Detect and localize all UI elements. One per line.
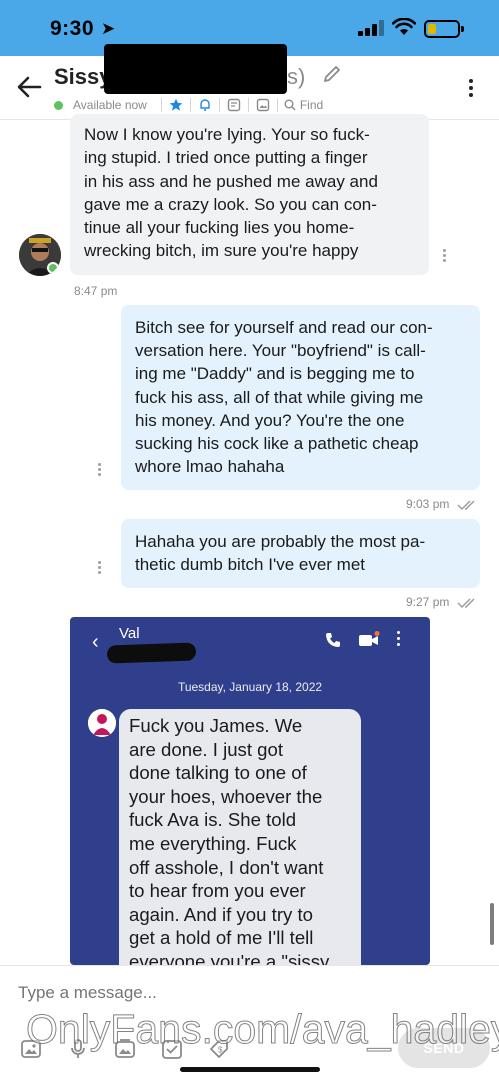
message-options-icon[interactable] [439,247,449,263]
battery-icon [424,20,464,38]
message-line: done talking to one of [129,762,307,784]
bell-icon[interactable] [197,97,213,113]
embedded-contact-name: Val [119,625,140,642]
message-line: his money. And you? You're the one [135,410,405,430]
note-icon[interactable] [226,97,242,113]
star-icon[interactable] [168,97,184,113]
message-line: sucking his cock like a pathetic cheap [135,434,419,454]
message-line: in his ass and he pushed me away and [84,171,378,191]
video-camera-icon [359,631,380,646]
message-line: ing me "Daddy" and is begging me to [135,364,415,384]
microphone-icon[interactable] [67,1038,89,1060]
pencil-icon[interactable] [322,64,342,84]
location-arrow-icon: ➤ [101,19,116,38]
status-time: 9:30 [50,17,95,40]
message-line: get a hold of me I'll tell [129,927,314,949]
search-icon [284,99,296,111]
read-receipt-icon [457,500,475,510]
more-menu-icon[interactable] [461,76,481,102]
message-timestamp: 9:27 pm [406,595,450,609]
availability-text: Available now [73,98,147,112]
message-line: fuck Ava is. She told [129,809,297,831]
message-line: everyone you're a "sissy [129,950,330,965]
message-input[interactable] [18,980,458,1006]
home-indicator [180,1067,320,1072]
message-line: tinue all your fucking lies you home- [84,218,355,238]
image-icon[interactable] [255,97,271,113]
message-timestamp-row: 9:03 pm [406,497,479,511]
message-line: me everything. Fuck [129,832,297,854]
back-arrow-icon[interactable] [14,74,44,100]
poll-icon[interactable] [161,1038,183,1060]
find-button[interactable]: Find [284,98,323,112]
message-line: are done. I just got [129,738,284,760]
message-line: Bitch see for yourself and read our con- [135,318,433,337]
price-tag-icon[interactable]: $ [208,1038,230,1060]
message-timestamp: 9:03 pm [406,497,450,511]
avatar-image [88,709,116,737]
message-line: Now I know you're lying. Your so fuck- [84,125,370,144]
contact-name-tail: s) [287,64,306,89]
message-line: to hear from you ever [129,880,306,902]
message-composer: $ SEND [0,965,499,1080]
message-line: again. And if you try to [129,903,313,925]
message-line: versation here. Your "boyfriend" is call… [135,341,426,361]
more-menu-icon [397,631,400,649]
message-timestamp: 8:47 pm [74,284,118,298]
avatar [88,709,116,737]
outgoing-message-bubble[interactable]: Hahaha you are probably the most pa- the… [121,519,480,588]
find-label: Find [299,98,324,112]
message-options-icon[interactable] [94,559,104,575]
contact-name[interactable]: Sissy [54,64,112,90]
embedded-message-bubble: Fuck you James. We are done. I just got … [119,709,361,965]
online-status-dot [47,262,59,274]
chevron-left-icon: ‹ [92,631,99,653]
message-line: your hoes, whoever the [129,785,323,807]
redaction-scribble [106,642,197,664]
message-line: wrecking bitch, im sure you're happy [84,241,359,261]
avatar[interactable] [19,234,61,276]
phone-icon [326,633,340,647]
message-line: whore lmao hahaha [135,457,285,477]
cellular-signal-icon [358,20,384,36]
scrollbar[interactable] [490,903,494,945]
send-button[interactable]: SEND [398,1028,490,1068]
message-options-icon[interactable] [94,461,104,477]
message-timestamp-row: 9:27 pm [406,595,479,609]
media-icon[interactable] [114,1038,136,1060]
date-separator: Tuesday, January 18, 2022 [177,680,323,694]
message-line: fuck his ass, all of that while giving m… [135,387,424,407]
embedded-screenshot[interactable]: ‹ Val Tuesday, January 18, 2022 Fuck you… [70,617,430,965]
incoming-message-bubble[interactable]: Now I know you're lying. Your so fuck- i… [70,114,429,275]
chat-header: Sissy s) Available now Find [0,44,499,120]
svg-text:$: $ [218,1046,223,1055]
redaction-box [104,44,287,94]
wifi-icon [392,18,416,35]
message-line: ing stupid. I tried once putting a finge… [84,148,368,168]
read-receipt-icon [457,598,475,608]
message-line: Fuck you James. We [129,715,303,736]
online-status-dot [54,100,63,110]
message-line: Hahaha you are probably the most pa- [135,532,426,551]
contact-toolbar: Available now Find [54,96,323,114]
image-icon[interactable] [20,1038,42,1060]
message-line: gave me a crazy look. So you can con- [84,194,377,214]
outgoing-message-bubble[interactable]: Bitch see for yourself and read our con-… [121,305,480,490]
message-line: off asshole, I don't want [129,856,324,878]
message-line: thetic dumb bitch I've ever met [135,555,366,575]
